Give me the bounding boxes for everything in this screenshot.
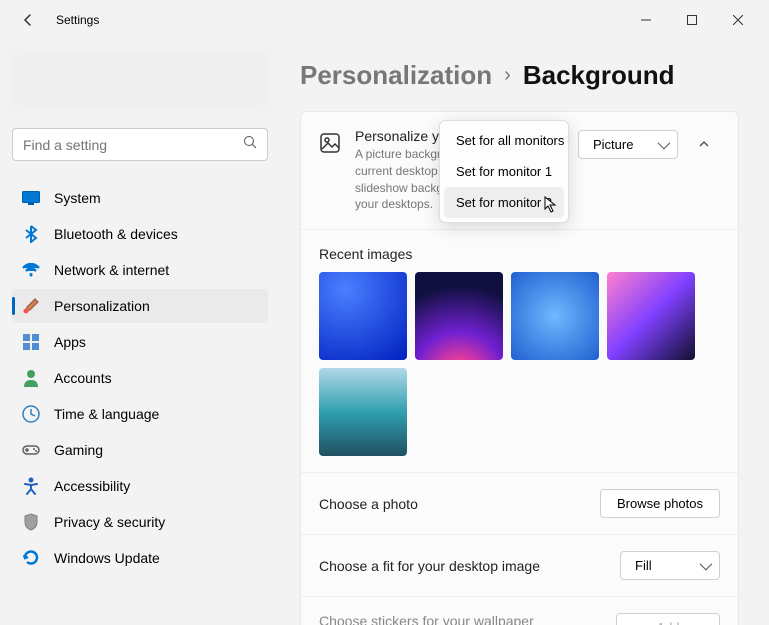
- breadcrumb: Personalization › Background: [300, 60, 739, 91]
- search-box[interactable]: [12, 128, 268, 161]
- sidebar-item-label: Gaming: [54, 442, 103, 458]
- sidebar-item-label: Apps: [54, 334, 86, 350]
- background-type-dropdown[interactable]: Picture: [578, 130, 678, 159]
- browse-photos-button[interactable]: Browse photos: [600, 489, 720, 518]
- sidebar-item-label: Privacy & security: [54, 514, 165, 530]
- maximize-button[interactable]: [669, 0, 715, 40]
- sidebar-item-accounts[interactable]: Accounts: [12, 361, 268, 395]
- main-content: Personalization › Background Personalize…: [280, 40, 769, 625]
- sidebar-item-label: Time & language: [54, 406, 159, 422]
- sidebar: System Bluetooth & devices Network & inter…: [0, 40, 280, 625]
- sidebar-item-time-language[interactable]: Time & language: [12, 397, 268, 431]
- sidebar-item-label: System: [54, 190, 101, 206]
- apps-icon: [22, 333, 40, 351]
- sidebar-item-system[interactable]: System: [12, 181, 268, 215]
- system-icon: [22, 189, 40, 207]
- recent-image-thumb[interactable]: [511, 272, 599, 360]
- sidebar-item-label: Bluetooth & devices: [54, 226, 178, 242]
- context-menu: Set for all monitorsSet for monitor 1Set…: [439, 120, 569, 223]
- choose-photo-label: Choose a photo: [319, 496, 418, 512]
- sidebar-item-gaming[interactable]: Gaming: [12, 433, 268, 467]
- wifi-icon: [22, 261, 40, 279]
- fit-dropdown[interactable]: Fill: [620, 551, 720, 580]
- sidebar-item-privacy-security[interactable]: Privacy & security: [12, 505, 268, 539]
- shield-icon: [22, 513, 40, 531]
- recent-image-thumb[interactable]: [607, 272, 695, 360]
- recent-images-label: Recent images: [319, 246, 720, 262]
- recent-image-thumb[interactable]: [319, 368, 407, 456]
- recent-image-thumb[interactable]: [319, 272, 407, 360]
- stickers-title: Choose stickers for your wallpaper: [319, 613, 596, 625]
- accessibility-icon: [22, 477, 40, 495]
- close-button[interactable]: [715, 0, 761, 40]
- dropdown-value: Picture: [593, 137, 633, 152]
- dropdown-value: Fill: [635, 558, 652, 573]
- sidebar-item-label: Accounts: [54, 370, 112, 386]
- search-icon: [243, 135, 257, 154]
- expand-button[interactable]: [688, 128, 720, 160]
- clock-icon: [22, 405, 40, 423]
- sidebar-item-personalization[interactable]: Personalization: [12, 289, 268, 323]
- menu-item-set-for-monitor-1[interactable]: Set for monitor 1: [444, 156, 564, 187]
- back-button[interactable]: [8, 0, 48, 40]
- update-icon: [22, 549, 40, 567]
- breadcrumb-current: Background: [523, 60, 675, 91]
- person-icon: [22, 369, 40, 387]
- menu-item-set-for-all-monitors[interactable]: Set for all monitors: [444, 125, 564, 156]
- chevron-right-icon: ›: [504, 64, 511, 87]
- brush-icon: [22, 297, 40, 315]
- user-card[interactable]: [12, 50, 268, 110]
- sidebar-item-label: Personalization: [54, 298, 150, 314]
- sidebar-item-windows-update[interactable]: Windows Update: [12, 541, 268, 575]
- add-stickers-button: Add stickers: [616, 613, 720, 625]
- game-icon: [22, 441, 40, 459]
- sidebar-item-label: Network & internet: [54, 262, 169, 278]
- sidebar-item-label: Windows Update: [54, 550, 160, 566]
- choose-fit-label: Choose a fit for your desktop image: [319, 558, 540, 574]
- minimize-button[interactable]: [623, 0, 669, 40]
- window-title: Settings: [56, 13, 99, 27]
- sidebar-item-label: Accessibility: [54, 478, 130, 494]
- recent-image-thumb[interactable]: [415, 272, 503, 360]
- bluetooth-icon: [22, 225, 40, 243]
- sidebar-item-bluetooth-devices[interactable]: Bluetooth & devices: [12, 217, 268, 251]
- menu-item-set-for-monitor-2[interactable]: Set for monitor 2: [444, 187, 564, 218]
- titlebar: Settings: [0, 0, 769, 40]
- search-input[interactable]: [23, 137, 243, 153]
- breadcrumb-parent[interactable]: Personalization: [300, 60, 492, 91]
- picture-icon: [319, 132, 341, 154]
- sidebar-item-accessibility[interactable]: Accessibility: [12, 469, 268, 503]
- sidebar-item-apps[interactable]: Apps: [12, 325, 268, 359]
- sidebar-item-network-internet[interactable]: Network & internet: [12, 253, 268, 287]
